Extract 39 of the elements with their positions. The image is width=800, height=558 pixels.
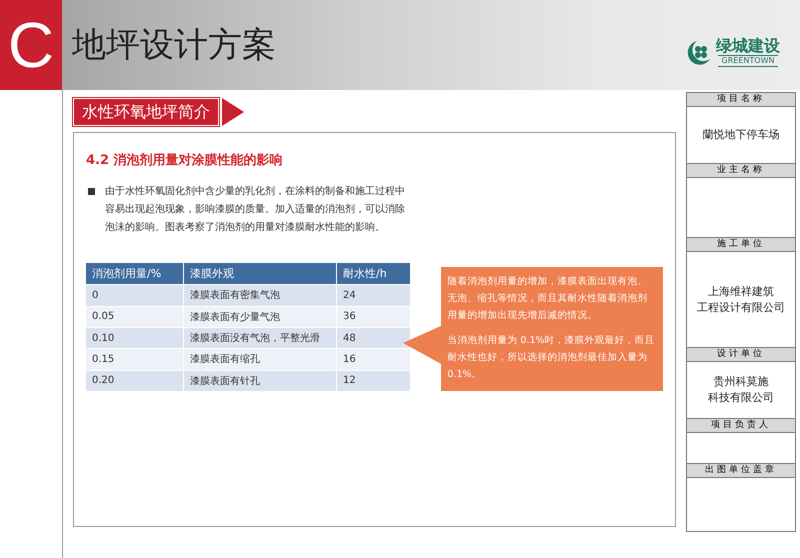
table-cell: 漆膜表面有针孔 xyxy=(184,370,336,391)
callout-paragraph: 当消泡剂用量为 0.1%时，漆膜外观最好，而且耐水性也好，所以选择的消泡剂最佳加入量为0.1%。 xyxy=(447,334,656,382)
table-cell: 漆膜表面有少量气泡 xyxy=(184,306,336,328)
table-cell: 0.15 xyxy=(86,348,184,370)
field-value: 上海维祥建筑 xyxy=(708,284,774,300)
section-tag: 水性环氧地坪简介 xyxy=(73,98,219,126)
bullet-paragraph: 由于水性环氧固化剂中含少量的乳化剂，在涂料的制备和施工过程中容易出现起泡现象，影响漆膜的质量。加入适量的消泡剂，可以消除泡沫的影响。图表考察了消泡剂的用量对漆膜耐水性能的影响。 xyxy=(105,184,405,235)
field-label: 业主名称 xyxy=(687,163,795,178)
triangle-icon xyxy=(222,98,244,126)
field-value: 科技有限公司 xyxy=(708,390,774,406)
table-cell: 0 xyxy=(86,284,184,306)
table-cell: 漆膜表面没有气泡，平整光滑 xyxy=(184,327,336,349)
column-header: 耐水性/h xyxy=(336,263,411,285)
field-label: 项目负责人 xyxy=(687,418,795,433)
table-cell: 0.05 xyxy=(86,306,184,328)
logo-name: 绿城建设 xyxy=(716,37,780,55)
bullet-icon xyxy=(88,188,95,195)
table-cell: 24 xyxy=(336,284,411,306)
section-heading: 4.2 消泡剂用量对涂膜性能的影响 xyxy=(86,152,284,169)
column-header: 漆膜外观 xyxy=(184,263,336,285)
field-value: 工程设计有限公司 xyxy=(697,300,785,316)
table-cell: 漆膜表面有缩孔 xyxy=(184,348,336,370)
chapter-letter: C xyxy=(0,0,62,90)
table-cell: 12 xyxy=(336,370,411,391)
field-value: 贵州科莫施 xyxy=(714,374,768,390)
field-label: 出图单位盖章 xyxy=(687,463,795,478)
field-label: 设计单位 xyxy=(687,347,795,362)
table-cell: 36 xyxy=(336,306,411,328)
field-label: 项目名称 xyxy=(687,93,795,107)
callout-paragraph: 随着消泡剂用量的增加，漆膜表面出现有泡、无泡、缩孔等情况，而且其耐水性随着消泡剂用量的增加出现先增后减的情况。 xyxy=(447,275,648,323)
table-cell: 0.20 xyxy=(86,370,184,391)
logo-subtitle: GREENTOWN xyxy=(718,55,778,67)
table-cell: 16 xyxy=(336,348,411,370)
column-header: 消泡剂用量/% xyxy=(86,263,184,285)
page-title: 地坪设计方案 xyxy=(72,24,277,67)
table-cell: 0.10 xyxy=(86,327,184,349)
table-cell: 漆膜表面有密集气泡 xyxy=(184,284,336,306)
field-value: 蘭悦地下停车场 xyxy=(702,127,780,143)
field-label: 施工单位 xyxy=(687,237,795,252)
